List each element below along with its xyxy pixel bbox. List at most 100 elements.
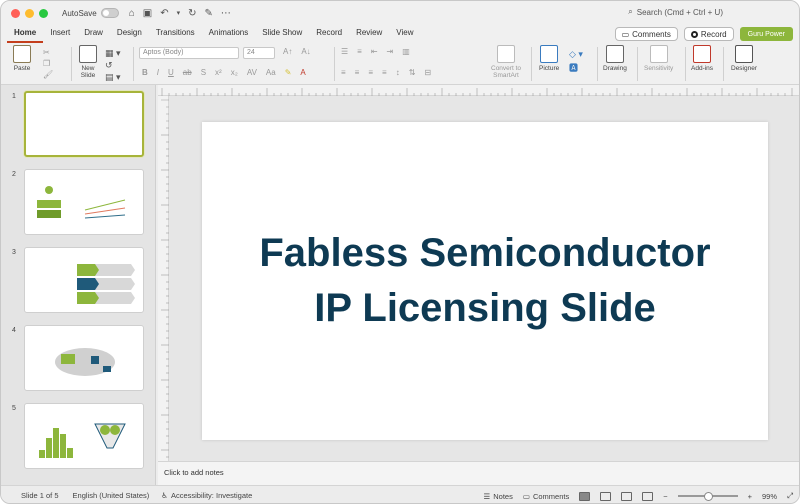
highlight-icon[interactable]: ✎ bbox=[285, 68, 292, 77]
justify-icon[interactable]: ≡ bbox=[382, 68, 387, 77]
close-window-button[interactable] bbox=[11, 8, 20, 18]
minimize-window-button[interactable] bbox=[25, 8, 34, 18]
char-spacing-icon[interactable]: AV bbox=[247, 68, 257, 77]
decrease-font-icon[interactable]: A↓ bbox=[301, 47, 310, 56]
comments-toggle-button[interactable]: ▭ Comments bbox=[523, 492, 569, 501]
underline-icon[interactable]: U bbox=[168, 68, 174, 77]
slide-thumbnail-2[interactable] bbox=[24, 169, 144, 235]
reading-view-icon[interactable] bbox=[621, 491, 633, 501]
sensitivity-icon bbox=[649, 45, 668, 63]
zoom-in-icon[interactable]: + bbox=[748, 492, 752, 501]
record-button[interactable]: Record bbox=[683, 27, 734, 41]
chevron-down-icon[interactable]: ▾ bbox=[177, 9, 181, 17]
tab-insert[interactable]: Insert bbox=[43, 25, 77, 43]
accessibility-status[interactable]: ♿ Accessibility: Investigate bbox=[161, 491, 252, 500]
shadow-icon[interactable]: S bbox=[201, 68, 206, 77]
cut-icon[interactable]: ✂ bbox=[43, 47, 53, 58]
tab-review[interactable]: Review bbox=[349, 25, 389, 43]
bold-icon[interactable]: B bbox=[142, 68, 148, 77]
font-size-select[interactable]: 24 bbox=[243, 47, 275, 59]
tab-animations[interactable]: Animations bbox=[202, 25, 256, 43]
slide-thumbnail-4[interactable] bbox=[24, 325, 144, 391]
columns-icon[interactable]: ▥ bbox=[402, 47, 410, 56]
outdent-icon[interactable]: ⇤ bbox=[371, 47, 378, 56]
new-slide-label: New Slide bbox=[80, 65, 96, 79]
notes-toggle-button[interactable]: ☰ Notes bbox=[484, 492, 513, 501]
increase-font-icon[interactable]: A↑ bbox=[283, 47, 292, 56]
subscript-icon[interactable]: x₂ bbox=[231, 68, 238, 77]
copy-icon[interactable]: ❐ bbox=[43, 58, 53, 69]
guru-power-button[interactable]: Guru Power bbox=[739, 27, 793, 41]
slide-sorter-icon[interactable] bbox=[600, 491, 612, 501]
zoom-level[interactable]: 99% bbox=[762, 492, 777, 501]
reset-icon[interactable]: ↺ bbox=[105, 59, 121, 71]
search-box[interactable]: ⌕ Search (Cmd + Ctrl + U) bbox=[628, 7, 723, 17]
align-left-icon[interactable]: ≡ bbox=[341, 68, 346, 77]
autosave-label: AutoSave bbox=[62, 8, 97, 18]
slide-thumbnail-1[interactable] bbox=[24, 91, 144, 157]
layout-icon[interactable]: ▦ ▾ bbox=[105, 47, 121, 59]
convert-smartart-button[interactable]: Convert to SmartArt bbox=[491, 45, 521, 79]
drawing-button[interactable]: Drawing bbox=[603, 45, 627, 72]
format-brush-icon[interactable]: 🖌 bbox=[43, 69, 53, 80]
language-status[interactable]: English (United States) bbox=[73, 491, 150, 500]
thumb-3-graphic bbox=[77, 264, 135, 304]
bullets-icon[interactable]: ☰ bbox=[341, 47, 348, 56]
save-icon[interactable]: ▣ bbox=[143, 8, 152, 19]
more-icon[interactable]: ⋯ bbox=[221, 8, 231, 19]
new-slide-button[interactable]: New Slide bbox=[79, 45, 97, 79]
indent-icon[interactable]: ⇥ bbox=[387, 47, 394, 56]
zoom-window-button[interactable] bbox=[39, 8, 48, 18]
slideshow-view-icon[interactable] bbox=[642, 491, 654, 501]
tab-draw[interactable]: Draw bbox=[77, 25, 110, 43]
superscript-icon[interactable]: x² bbox=[215, 68, 222, 77]
ribbon-tabs: Home Insert Draw Design Transitions Anim… bbox=[1, 25, 799, 43]
slide-thumbnail-3[interactable] bbox=[24, 247, 144, 313]
vertical-ruler[interactable] bbox=[158, 96, 169, 461]
tab-home[interactable]: Home bbox=[7, 25, 44, 43]
fit-slide-icon[interactable]: ⤢ bbox=[787, 491, 793, 501]
format-painter-icon[interactable]: ✎ bbox=[205, 8, 213, 19]
change-case-icon[interactable]: Aa bbox=[266, 68, 276, 77]
section-icon[interactable]: ▤ ▾ bbox=[105, 71, 121, 83]
picture-label: Picture bbox=[539, 65, 560, 72]
tab-record[interactable]: Record bbox=[309, 25, 349, 43]
textbox-icon[interactable]: 🅰 bbox=[569, 61, 583, 75]
sensitivity-button[interactable]: Sensitivity bbox=[644, 45, 673, 72]
autosave-toggle[interactable] bbox=[100, 8, 119, 18]
zoom-out-icon[interactable]: − bbox=[663, 492, 667, 501]
horizontal-ruler[interactable] bbox=[158, 85, 799, 96]
notes-pane[interactable]: Click to add notes bbox=[158, 461, 799, 485]
comments-button[interactable]: ▭ Comments bbox=[614, 27, 678, 41]
line-spacing-icon[interactable]: ↕ bbox=[396, 68, 400, 77]
tab-slide-show[interactable]: Slide Show bbox=[255, 25, 309, 43]
current-slide[interactable]: Fabless Semiconductor IP Licensing Slide bbox=[202, 122, 768, 440]
font-name-select[interactable]: Aptos (Body) bbox=[139, 47, 239, 59]
tab-design[interactable]: Design bbox=[110, 25, 149, 43]
zoom-slider[interactable] bbox=[677, 492, 738, 501]
paste-group[interactable]: Paste bbox=[13, 45, 31, 72]
add-ins-button[interactable]: Add-ins bbox=[691, 45, 713, 72]
tab-transitions[interactable]: Transitions bbox=[149, 25, 202, 43]
text-direction-icon[interactable]: ⇅ bbox=[409, 68, 416, 77]
align-center-icon[interactable]: ≡ bbox=[355, 68, 360, 77]
picture-button[interactable]: Picture bbox=[539, 45, 559, 72]
undo-icon[interactable]: ↶ bbox=[160, 8, 168, 19]
align-right-icon[interactable]: ≡ bbox=[368, 68, 373, 77]
designer-button[interactable]: Designer bbox=[731, 45, 757, 72]
record-icon bbox=[690, 30, 698, 38]
shapes-icon[interactable]: ◇ ▾ bbox=[569, 47, 583, 61]
italic-icon[interactable]: I bbox=[157, 68, 159, 77]
slide-title[interactable]: Fabless Semiconductor IP Licensing Slide bbox=[255, 226, 715, 336]
powerpoint-window: AutoSave ⌂ ▣ ↶ ▾ ↻ ✎ ⋯ ⌕ Search (Cmd + C… bbox=[0, 0, 800, 504]
tab-view[interactable]: View bbox=[389, 25, 420, 43]
strikethrough-icon[interactable]: ab bbox=[183, 68, 192, 77]
font-color-icon[interactable]: A bbox=[300, 68, 305, 77]
numbering-icon[interactable]: ≡ bbox=[357, 47, 362, 56]
slide-thumbnail-5[interactable] bbox=[24, 403, 144, 469]
ribbon-home: Paste ✂ ❐ 🖌 New Slide ▦ ▾ ↺ ▤ ▾ Aptos (Bo… bbox=[1, 43, 799, 85]
normal-view-icon[interactable] bbox=[579, 491, 591, 501]
redo-icon[interactable]: ↻ bbox=[188, 8, 196, 19]
home-icon[interactable]: ⌂ bbox=[129, 8, 135, 19]
align-text-icon[interactable]: ⊟ bbox=[424, 68, 431, 77]
